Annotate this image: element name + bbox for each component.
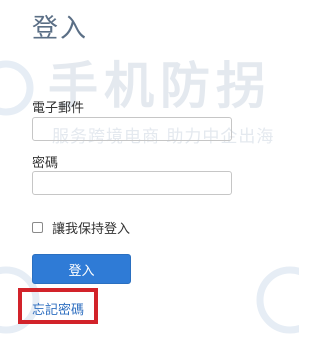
email-label: 電子郵件 <box>32 101 85 116</box>
remember-label: 讓我保持登入 <box>52 222 131 237</box>
email-field[interactable] <box>32 117 232 141</box>
password-label: 密碼 <box>32 156 59 171</box>
password-field[interactable] <box>32 171 232 195</box>
login-button[interactable]: 登入 <box>32 254 131 284</box>
remember-me[interactable]: 讓我保持登入 <box>32 218 130 237</box>
remember-checkbox[interactable] <box>32 222 43 233</box>
forgot-password-link[interactable]: 忘記密碼 <box>32 299 84 318</box>
page-title: 登入 <box>32 14 89 44</box>
